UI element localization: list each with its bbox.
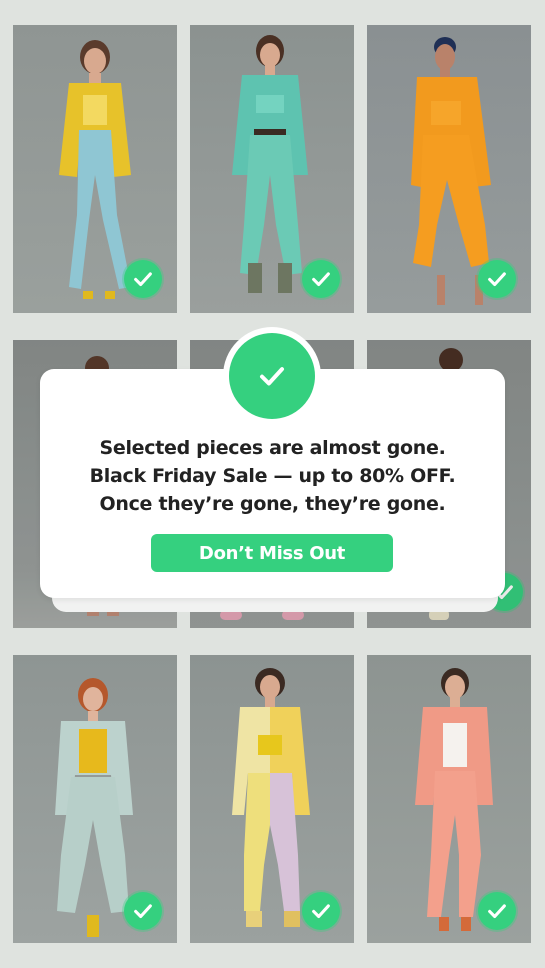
dont-miss-out-button[interactable]: Don’t Miss Out: [151, 534, 393, 572]
check-badge-icon: [302, 892, 340, 930]
product-tile-3[interactable]: [367, 25, 531, 313]
check-badge-icon: [478, 260, 516, 298]
product-tile-1[interactable]: [13, 25, 177, 313]
product-tile-7[interactable]: [13, 655, 177, 943]
check-badge-icon: [302, 260, 340, 298]
check-badge-icon: [124, 892, 162, 930]
success-check-icon: [229, 333, 315, 419]
promo-line-2: Black Friday Sale — up to 80% OFF.: [89, 465, 456, 487]
promo-line-1: Selected pieces are almost gone.: [99, 437, 446, 459]
product-tile-8[interactable]: [190, 655, 354, 943]
product-tile-2[interactable]: [190, 25, 354, 313]
check-badge-icon: [478, 892, 516, 930]
promo-message: Selected pieces are almost gone. Black F…: [40, 434, 505, 518]
check-badge-icon: [124, 260, 162, 298]
product-tile-9[interactable]: [367, 655, 531, 943]
promo-line-3: Once they’re gone, they’re gone.: [99, 493, 446, 515]
